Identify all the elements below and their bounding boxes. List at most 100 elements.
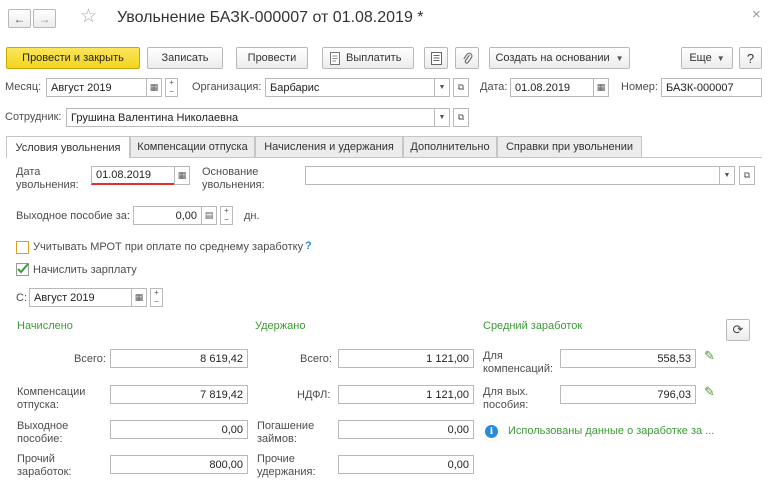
report-icon: [430, 51, 442, 65]
avg-comp-field: 558,53: [560, 349, 696, 368]
accrued-severance-label: Выходное пособие:: [17, 420, 69, 445]
minus-icon: −: [224, 214, 229, 224]
help-button[interactable]: ?: [739, 47, 762, 69]
more-button[interactable]: Еще ▼: [681, 47, 733, 69]
dismissal-date-calendar-button[interactable]: ▦: [174, 166, 190, 185]
earnings-data-link[interactable]: Использованы данные о заработке за ...: [508, 425, 714, 437]
mrot-checkbox[interactable]: [16, 241, 29, 254]
pencil-icon[interactable]: ✎: [704, 384, 715, 400]
mrot-label: Учитывать МРОТ при оплате по среднему за…: [33, 241, 304, 253]
info-icon: i: [485, 425, 498, 438]
help-icon[interactable]: ?: [305, 240, 312, 252]
save-button[interactable]: Записать: [147, 47, 223, 69]
accrued-severance-field: 0,00: [110, 420, 248, 439]
forward-button[interactable]: →: [33, 9, 56, 28]
accrue-salary-checkbox[interactable]: [16, 263, 29, 276]
organization-input[interactable]: Барбарис: [265, 78, 435, 97]
accrued-total-field: 8 619,42: [110, 349, 248, 368]
post-button[interactable]: Провести: [236, 47, 308, 69]
pencil-icon[interactable]: ✎: [704, 348, 715, 364]
tab-dismissal-conditions[interactable]: Условия увольнения: [6, 136, 130, 158]
tab-label: Компенсации отпуска: [137, 141, 248, 153]
vacation-comp-field: 7 819,42: [110, 385, 248, 404]
document-icon: [330, 51, 340, 65]
organization-value: Барбарис: [270, 81, 320, 94]
accrued-severance-value: 0,00: [221, 423, 243, 436]
report-button[interactable]: [424, 47, 448, 69]
vacation-comp-label: Компенсации отпуска:: [17, 386, 86, 411]
chevron-down-icon: ▼: [438, 84, 446, 91]
withheld-total-field: 1 121,00: [338, 349, 474, 368]
month-label: Месяц:: [5, 81, 42, 93]
pay-button[interactable]: Выплатить: [322, 47, 414, 69]
month-stepper[interactable]: + −: [165, 78, 178, 97]
organization-label: Организация:: [192, 81, 262, 93]
minus-icon: −: [154, 296, 159, 306]
close-icon[interactable]: ×: [752, 6, 761, 23]
accrued-other-field: 800,00: [110, 455, 248, 474]
minus-icon: −: [169, 86, 174, 96]
dismissal-date-input[interactable]: 01.08.2019: [91, 166, 175, 185]
severance-days-input[interactable]: 0,00: [133, 206, 202, 225]
withheld-total-label: Всего:: [300, 353, 332, 365]
forward-arrow-icon: →: [38, 11, 51, 26]
help-label: ?: [746, 50, 755, 66]
tab-additional[interactable]: Дополнительно: [403, 136, 497, 157]
number-value: БАЗК-000007: [666, 81, 734, 94]
tab-label: Начисления и удержания: [264, 141, 394, 153]
date-calendar-button[interactable]: ▦: [593, 78, 609, 97]
accrued-header: Начислено: [17, 320, 73, 332]
number-label: Номер:: [621, 81, 658, 93]
refresh-button[interactable]: ⟳: [726, 319, 750, 341]
tab-vacation-compensation[interactable]: Компенсации отпуска: [130, 136, 255, 157]
avg-severance-value: 796,03: [657, 388, 691, 401]
withheld-header: Удержано: [255, 320, 306, 332]
employee-input[interactable]: Грушина Валентина Николаевна: [66, 108, 436, 127]
month-input[interactable]: Август 2019: [46, 78, 147, 97]
tab-accruals-deductions[interactable]: Начисления и удержания: [255, 136, 403, 157]
calculator-icon: ▤: [204, 210, 214, 220]
back-button[interactable]: ←: [8, 9, 31, 28]
month-calendar-button[interactable]: ▦: [146, 78, 162, 97]
avg-severance-label: Для вых. пособия:: [483, 386, 529, 411]
withheld-total-value: 1 121,00: [426, 352, 469, 365]
month-value: Август 2019: [51, 81, 112, 94]
organization-dropdown-button[interactable]: ▼: [434, 78, 450, 97]
date-input[interactable]: 01.08.2019: [510, 78, 594, 97]
calendar-icon: ▦: [596, 82, 606, 92]
attach-button[interactable]: [455, 47, 479, 69]
accrued-total-value: 8 619,42: [200, 352, 243, 365]
accrued-other-label: Прочий заработок:: [17, 453, 72, 478]
post-label: Провести: [247, 52, 297, 64]
severance-days-stepper[interactable]: + −: [220, 206, 233, 225]
withheld-other-field: 0,00: [338, 455, 474, 474]
window-title: Увольнение БАЗК-000007 от 01.08.2019 *: [117, 9, 424, 26]
from-label: С:: [16, 292, 27, 304]
from-calendar-button[interactable]: ▦: [131, 288, 147, 307]
from-stepper[interactable]: + −: [150, 288, 163, 307]
loans-field: 0,00: [338, 420, 474, 439]
tab-certificates[interactable]: Справки при увольнении: [497, 136, 642, 157]
favorite-star-icon[interactable]: ☆: [80, 5, 97, 28]
vacation-comp-value: 7 819,42: [200, 388, 243, 401]
create-based-on-button[interactable]: Создать на основании ▼: [489, 47, 630, 69]
ndfl-label: НДФЛ:: [297, 389, 331, 401]
reason-input[interactable]: [305, 166, 735, 185]
save-label: Записать: [161, 52, 209, 64]
calculator-button[interactable]: ▤: [201, 206, 217, 225]
tab-label: Условия увольнения: [15, 141, 121, 154]
employee-dropdown-button[interactable]: ▼: [434, 108, 450, 127]
employee-label: Сотрудник:: [5, 111, 62, 123]
employee-open-button[interactable]: ⧉: [453, 108, 469, 127]
organization-open-button[interactable]: ⧉: [453, 78, 469, 97]
from-input[interactable]: Август 2019: [29, 288, 132, 307]
back-arrow-icon: ←: [13, 11, 26, 26]
reason-dropdown-button[interactable]: ▼: [719, 166, 735, 185]
post-and-close-button[interactable]: Провести и закрыть: [6, 47, 140, 69]
avg-comp-value: 558,53: [657, 352, 691, 365]
dismissal-date-value: 01.08.2019: [96, 169, 152, 181]
withheld-other-label: Прочие удержания:: [257, 453, 316, 478]
reason-open-button[interactable]: ⧉: [739, 166, 755, 185]
severance-days-value: 0,00: [175, 209, 197, 222]
number-input[interactable]: БАЗК-000007: [661, 78, 762, 97]
